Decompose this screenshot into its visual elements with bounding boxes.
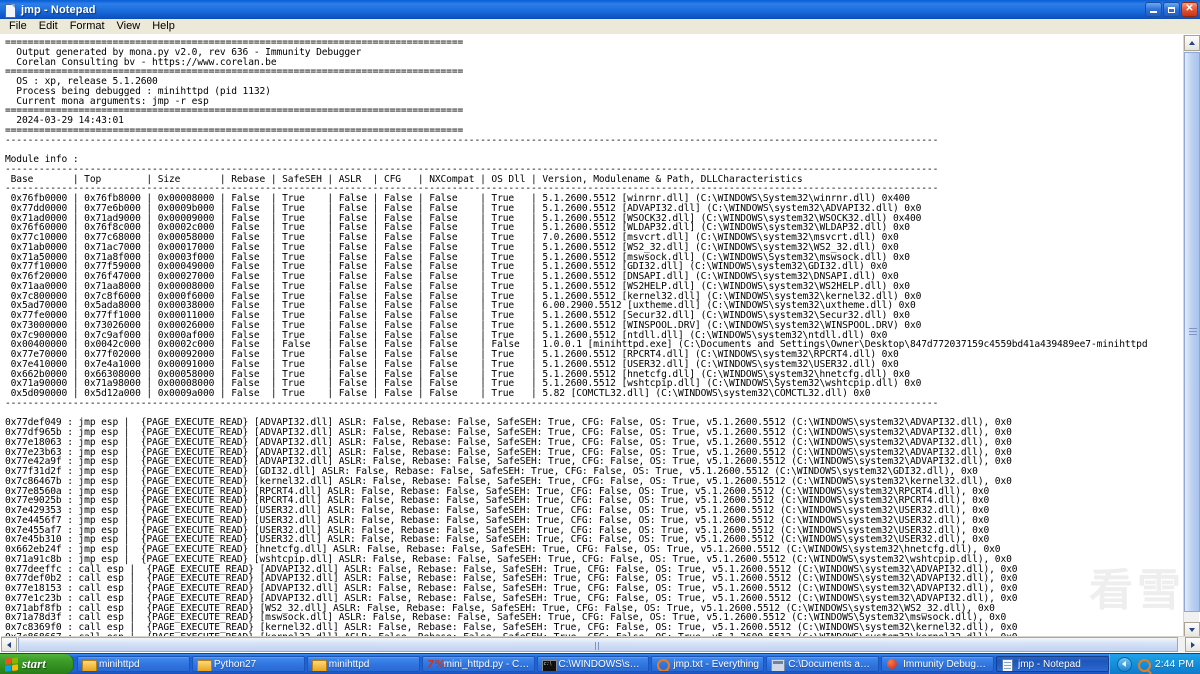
folder-icon bbox=[311, 658, 327, 671]
vertical-scroll-thumb[interactable] bbox=[1184, 52, 1200, 612]
minimize-button[interactable] bbox=[1145, 2, 1162, 17]
scroll-up-button[interactable] bbox=[1184, 35, 1200, 51]
scroll-right-button[interactable] bbox=[1185, 637, 1200, 652]
system-tray: 2:44 PM bbox=[1108, 654, 1200, 674]
taskbar-item-label: jmp.txt - Everything bbox=[673, 658, 759, 670]
taskbar: start minihttpd Python27 minihttpd 7% mi… bbox=[0, 653, 1200, 674]
taskbar-item-label: C:\Documents and S... bbox=[788, 658, 874, 670]
taskbar-item-python27[interactable]: Python27 bbox=[191, 656, 305, 672]
taskbar-item-label: jmp - Notepad bbox=[1018, 658, 1081, 670]
menu-item-format[interactable]: Format bbox=[64, 19, 111, 34]
text-editor[interactable]: ========================================… bbox=[1, 35, 1184, 638]
taskbar-item-label: Immunity Debugger -... bbox=[903, 658, 989, 670]
notepad-icon bbox=[1001, 658, 1014, 671]
start-button-label: start bbox=[22, 656, 46, 671]
menu-item-edit[interactable]: Edit bbox=[33, 19, 64, 34]
notepad-window: jmp - Notepad ✕ File Edit Format View He… bbox=[0, 0, 1200, 674]
horizontal-scroll-thumb[interactable] bbox=[18, 637, 1178, 668]
vertical-scrollbar[interactable] bbox=[1183, 35, 1200, 638]
menu-item-help[interactable]: Help bbox=[146, 19, 181, 34]
everything-search-icon bbox=[656, 658, 671, 671]
maximize-button[interactable] bbox=[1163, 2, 1180, 17]
taskbar-item-everything[interactable]: jmp.txt - Everything bbox=[651, 656, 765, 672]
taskbar-item-minihttpd-1[interactable]: minihttpd bbox=[77, 656, 190, 672]
taskbar-item-minihttpd-2[interactable]: minihttpd bbox=[306, 656, 420, 672]
title-bar: jmp - Notepad ✕ bbox=[0, 0, 1200, 19]
taskbar-item-label: minihttpd bbox=[328, 658, 370, 670]
taskbar-item-label: C:\WINDOWS\syste... bbox=[558, 658, 645, 670]
taskbar-item-label: Python27 bbox=[213, 658, 257, 670]
scroll-left-button[interactable] bbox=[1, 637, 17, 652]
start-button[interactable]: start bbox=[0, 654, 74, 674]
menu-item-view[interactable]: View bbox=[111, 19, 147, 34]
taskbar-item-mini-httpd-py[interactable]: 7% mini_httpd.py - C:\D... bbox=[421, 656, 535, 672]
taskbar-item-documents[interactable]: C:\Documents and S... bbox=[766, 656, 880, 672]
windows-flag-icon bbox=[5, 656, 18, 672]
taskbar-item-label: mini_httpd.py - C:\D... bbox=[443, 658, 530, 670]
system-clock[interactable]: 2:44 PM bbox=[1155, 658, 1194, 670]
window-title: jmp - Notepad bbox=[21, 3, 96, 16]
taskbar-item-notepad[interactable]: jmp - Notepad bbox=[996, 656, 1109, 672]
python-icon: 7% bbox=[426, 657, 446, 671]
command-prompt-icon: c:\ bbox=[541, 658, 557, 671]
everything-tray-icon[interactable] bbox=[1137, 658, 1151, 672]
horizontal-scrollbar[interactable] bbox=[1, 636, 1200, 668]
menu-bar: File Edit Format View Help bbox=[0, 19, 1200, 34]
close-button[interactable]: ✕ bbox=[1181, 2, 1198, 17]
editor-content: ========================================… bbox=[5, 37, 1148, 638]
taskbar-item-label: minihttpd bbox=[99, 658, 140, 670]
taskbar-task-list: minihttpd Python27 minihttpd 7% mini_htt… bbox=[74, 654, 1109, 674]
taskbar-item-immunity-debugger[interactable]: Immunity Debugger -... bbox=[881, 656, 994, 672]
taskbar-item-command-prompt[interactable]: c:\ C:\WINDOWS\syste... bbox=[536, 656, 650, 672]
show-hidden-icons-button[interactable] bbox=[1116, 656, 1132, 672]
immunity-debugger-icon bbox=[886, 658, 899, 671]
window-controls: ✕ bbox=[1145, 2, 1200, 17]
notepad-document-icon bbox=[3, 3, 17, 18]
folder-icon bbox=[196, 658, 212, 671]
explorer-folder-icon bbox=[771, 658, 786, 671]
editor-area: ========================================… bbox=[0, 34, 1200, 668]
folder-icon bbox=[82, 658, 97, 671]
menu-item-file[interactable]: File bbox=[3, 19, 33, 34]
